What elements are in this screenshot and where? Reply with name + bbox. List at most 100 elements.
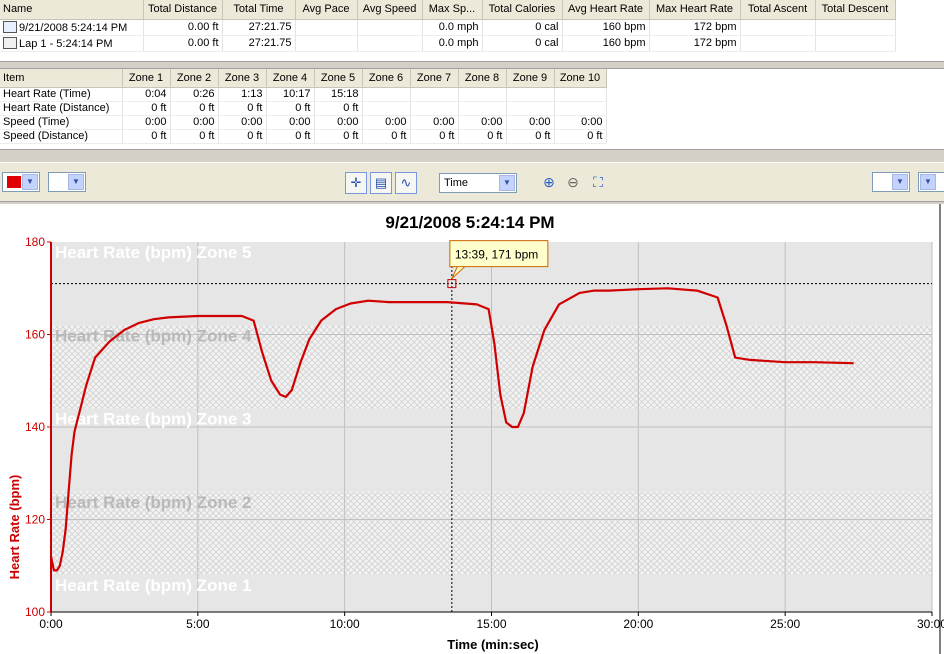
chart-toolbar: ▼ ▼ ✛ ▤ ∿ Time ▼ ⊕ ⊖ ⛶ ▼ ▼ bbox=[0, 162, 944, 202]
chevron-down-icon: ▼ bbox=[68, 174, 84, 190]
zone-label: Heart Rate (bpm) Zone 5 bbox=[55, 243, 251, 262]
zones-table-panel: Item Zone 1 Zone 2 Zone 3 Zone 4 Zone 5 Zone 6… bbox=[0, 68, 944, 150]
x-tick-label: 10:00 bbox=[330, 617, 360, 631]
zones-cell: 1:13 bbox=[218, 87, 267, 102]
zones-table: Item Zone 1 Zone 2 Zone 3 Zone 4 Zone 5 Zone 6… bbox=[0, 69, 607, 144]
zoom-out-button[interactable]: ⊖ bbox=[562, 172, 584, 194]
x-tick-label: 0:00 bbox=[39, 617, 63, 631]
fit-button[interactable]: ▤ bbox=[370, 172, 392, 194]
line-color-dropdown[interactable]: ▼ bbox=[2, 172, 40, 192]
summary-header-7[interactable]: Avg Heart Rate bbox=[562, 0, 650, 20]
zones-cell: 0:00 bbox=[506, 115, 555, 130]
summary-cell bbox=[295, 19, 358, 36]
x-tick-label: 20:00 bbox=[623, 617, 653, 631]
y-tick-label: 120 bbox=[25, 513, 45, 527]
heart-rate-chart[interactable]: Heart Rate (bpm) Zone 5 Heart Rate (bpm) … bbox=[0, 204, 944, 654]
zoom-in-button[interactable]: ⊕ bbox=[538, 172, 560, 194]
zones-cell: 0:00 bbox=[362, 115, 411, 130]
right-axis-dropdown[interactable]: ▼ bbox=[872, 172, 910, 192]
summary-header-4[interactable]: Avg Speed bbox=[357, 0, 423, 20]
summary-cell bbox=[815, 19, 896, 36]
summary-header-2[interactable]: Total Time bbox=[222, 0, 296, 20]
zones-header-4[interactable]: Zone 4 bbox=[266, 69, 315, 88]
zones-cell bbox=[458, 101, 507, 116]
tooltip-text: 13:39, 171 bpm bbox=[455, 248, 538, 262]
table-row[interactable]: Lap 1 - 5:24:14 PM 0.00 ft 27:21.75 0.0 mph… bbox=[0, 35, 896, 52]
summary-cell: 0 cal bbox=[482, 35, 563, 52]
zone-label: Heart Rate (bpm) Zone 1 bbox=[55, 576, 251, 595]
zones-cell: 0 ft bbox=[458, 129, 507, 144]
summary-header-0[interactable]: Name bbox=[0, 0, 144, 20]
zoom-in-icon: ⊕ bbox=[543, 174, 555, 190]
zones-cell: 0:00 bbox=[410, 115, 459, 130]
summary-cell bbox=[295, 35, 358, 52]
zones-cell bbox=[506, 101, 555, 116]
zones-header-10[interactable]: Zone 10 bbox=[554, 69, 607, 88]
crosshair-button[interactable]: ✛ bbox=[345, 172, 367, 194]
summary-cell bbox=[357, 19, 423, 36]
zones-header-7[interactable]: Zone 7 bbox=[410, 69, 459, 88]
table-row[interactable]: Heart Rate (Time) 0:04 0:26 1:13 10:17 15:18 bbox=[0, 87, 607, 102]
chevron-down-icon: ▼ bbox=[892, 174, 908, 190]
activity-icon bbox=[3, 20, 17, 33]
zones-cell: 0 ft bbox=[266, 129, 315, 144]
summary-cell: 0.00 ft bbox=[143, 35, 223, 52]
summary-header-8[interactable]: Max Heart Rate bbox=[649, 0, 741, 20]
zones-header-3[interactable]: Zone 3 bbox=[218, 69, 267, 88]
summary-header-1[interactable]: Total Distance bbox=[143, 0, 223, 20]
lap-icon bbox=[3, 36, 17, 49]
summary-cell: 172 bpm bbox=[649, 19, 741, 36]
zones-cell: 0:00 bbox=[314, 115, 363, 130]
right-axis-dropdown-2[interactable]: ▼ bbox=[918, 172, 944, 192]
zones-header-1[interactable]: Zone 1 bbox=[122, 69, 171, 88]
xaxis-select-value: Time bbox=[444, 177, 469, 189]
zones-header-0[interactable]: Item bbox=[0, 69, 123, 88]
zones-cell: 0 ft bbox=[506, 129, 555, 144]
smooth-icon: ∿ bbox=[400, 175, 412, 190]
zones-cell: 0 ft bbox=[314, 101, 363, 116]
zones-cell: Speed (Time) bbox=[0, 115, 123, 130]
table-row[interactable]: 9/21/2008 5:24:14 PM 0.00 ft 27:21.75 0.0 m… bbox=[0, 19, 896, 36]
smooth-button[interactable]: ∿ bbox=[395, 172, 417, 194]
zones-cell: Heart Rate (Distance) bbox=[0, 101, 123, 116]
row-label: 9/21/2008 5:24:14 PM bbox=[19, 21, 128, 34]
zones-header-6[interactable]: Zone 6 bbox=[362, 69, 411, 88]
zone-label: Heart Rate (bpm) Zone 4 bbox=[55, 326, 252, 345]
zones-header-8[interactable]: Zone 8 bbox=[458, 69, 507, 88]
summary-header-10[interactable]: Total Descent bbox=[815, 0, 896, 20]
x-tick-label: 25:00 bbox=[770, 617, 800, 631]
row-label: Lap 1 - 5:24:14 PM bbox=[19, 37, 113, 50]
zones-cell bbox=[458, 87, 507, 102]
table-row[interactable]: Speed (Distance) 0 ft 0 ft 0 ft 0 ft 0 ft 0 ft… bbox=[0, 129, 607, 144]
summary-cell: 160 bpm bbox=[562, 35, 650, 52]
y-tick-label: 100 bbox=[25, 605, 45, 619]
zones-header-2[interactable]: Zone 2 bbox=[170, 69, 219, 88]
table-row[interactable]: Heart Rate (Distance) 0 ft 0 ft 0 ft 0 ft 0 f… bbox=[0, 101, 607, 116]
zoom-out-icon: ⊖ bbox=[567, 174, 579, 190]
y-tick-label: 180 bbox=[25, 235, 45, 249]
zones-cell: 0:00 bbox=[170, 115, 219, 130]
zones-cell: 0 ft bbox=[554, 129, 607, 144]
summary-cell bbox=[740, 35, 816, 52]
summary-header-6[interactable]: Total Calories bbox=[482, 0, 563, 20]
zones-cell bbox=[362, 101, 411, 116]
x-tick-label: 15:00 bbox=[476, 617, 506, 631]
zoom-fit-icon: ⛶ bbox=[593, 174, 603, 190]
summary-header-5[interactable]: Max Sp... bbox=[422, 0, 483, 20]
zoom-fit-button[interactable]: ⛶ bbox=[587, 172, 609, 194]
table-row[interactable]: Speed (Time) 0:00 0:00 0:00 0:00 0:00 0:00 0:00… bbox=[0, 115, 607, 130]
zones-header-9[interactable]: Zone 9 bbox=[506, 69, 555, 88]
summary-header-9[interactable]: Total Ascent bbox=[740, 0, 816, 20]
xaxis-select[interactable]: Time ▼ bbox=[439, 173, 517, 193]
zones-cell: 0:04 bbox=[122, 87, 171, 102]
zones-cell: 0 ft bbox=[266, 101, 315, 116]
x-axis-label: Time (min:sec) bbox=[447, 637, 539, 652]
zones-cell: Heart Rate (Time) bbox=[0, 87, 123, 102]
summary-cell: 0 cal bbox=[482, 19, 563, 36]
series-dropdown[interactable]: ▼ bbox=[48, 172, 86, 192]
summary-header-3[interactable]: Avg Pace bbox=[295, 0, 358, 20]
chart-svg: Heart Rate (bpm) Zone 5 Heart Rate (bpm) … bbox=[7, 204, 944, 654]
summary-cell bbox=[357, 35, 423, 52]
zones-cell: 0:00 bbox=[266, 115, 315, 130]
zones-header-5[interactable]: Zone 5 bbox=[314, 69, 363, 88]
